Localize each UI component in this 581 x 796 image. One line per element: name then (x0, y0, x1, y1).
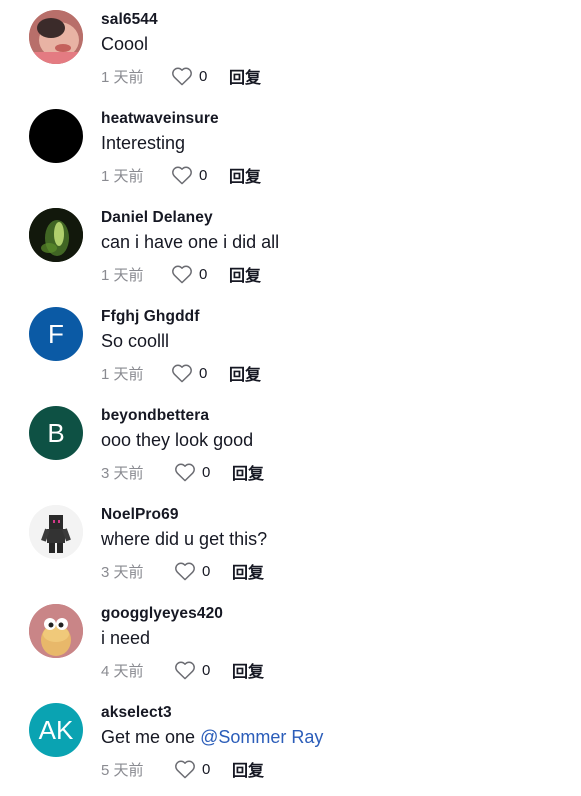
comment-item: NoelPro69 where did u get this? 3 天前 0 回… (0, 495, 581, 594)
comment-username[interactable]: heatwaveinsure (101, 110, 219, 128)
avatar[interactable] (29, 10, 83, 64)
comment-item: F Ffghj Ghgddf So coolll 1 天前 0 回复 (0, 297, 581, 396)
comment-username[interactable]: Ffghj Ghgddf (101, 308, 199, 326)
reply-button[interactable]: 回复 (232, 559, 264, 583)
comment-text: Get me one @Sommer Ray (101, 727, 323, 748)
comment-time: 3 天前 (101, 563, 144, 581)
comment-meta: 1 天前 0 回复 (101, 262, 261, 286)
like-button[interactable]: 0 (171, 165, 229, 185)
heart-icon[interactable] (174, 561, 196, 581)
like-button[interactable]: 0 (174, 660, 232, 680)
comment-time: 4 天前 (101, 662, 144, 680)
reply-button[interactable]: 回复 (229, 361, 261, 385)
comment-time: 1 天前 (101, 68, 144, 86)
reply-button[interactable]: 回复 (229, 262, 261, 286)
comment-item: heatwaveinsure Interesting 1 天前 0 回复 (0, 99, 581, 198)
heart-icon[interactable] (171, 165, 193, 185)
comment-meta: 4 天前 0 回复 (101, 658, 264, 682)
comment-username[interactable]: Daniel Delaney (101, 209, 213, 227)
mention-link[interactable]: @Sommer Ray (200, 727, 323, 747)
avatar[interactable] (29, 109, 83, 163)
comment-list: sal6544 Coool 1 天前 0 回复 heatwaveinsure I… (0, 0, 581, 796)
avatar-initials: AK (38, 715, 74, 745)
comment-text: Interesting (101, 133, 186, 153)
user-photo-icon (29, 10, 83, 64)
reply-button[interactable]: 回复 (232, 757, 264, 781)
like-count: 0 (199, 364, 208, 382)
avatar[interactable] (29, 505, 83, 559)
like-button[interactable]: 0 (171, 363, 229, 383)
comment-username[interactable]: sal6544 (101, 11, 158, 29)
comment-time: 1 天前 (101, 266, 144, 284)
comment-meta: 1 天前 0 回复 (101, 163, 261, 187)
comment-item: Daniel Delaney can i have one i did all … (0, 198, 581, 297)
comment-text: Coool (101, 34, 149, 54)
user-photo-icon (29, 208, 83, 262)
heart-icon[interactable] (174, 759, 196, 779)
like-button[interactable]: 0 (171, 66, 229, 86)
comment-text: can i have one i did all (101, 232, 280, 252)
user-photo-icon (29, 505, 83, 559)
comment-item: B beyondbettera ooo they look good 3 天前 … (0, 396, 581, 495)
comment-meta: 3 天前 0 回复 (101, 559, 264, 583)
like-count: 0 (202, 463, 211, 481)
comment-username[interactable]: beyondbettera (101, 407, 209, 425)
heart-icon[interactable] (171, 66, 193, 86)
like-button[interactable]: 0 (171, 264, 229, 284)
comment-username[interactable]: googglyeyes420 (101, 605, 223, 623)
reply-button[interactable]: 回复 (232, 658, 264, 682)
comment-time: 5 天前 (101, 761, 144, 779)
comment-text: So coolll (101, 331, 170, 351)
reply-button[interactable]: 回复 (229, 163, 261, 187)
like-count: 0 (202, 562, 211, 580)
comment-text-body: Get me one (101, 727, 196, 747)
heart-icon[interactable] (174, 462, 196, 482)
avatar[interactable]: F (29, 307, 83, 361)
comment-meta: 5 天前 0 回复 (101, 757, 264, 781)
comment-item: sal6544 Coool 1 天前 0 回复 (0, 0, 581, 99)
comment-time: 1 天前 (101, 365, 144, 383)
like-button[interactable]: 0 (174, 759, 232, 779)
like-count: 0 (199, 166, 208, 184)
comment-text: i need (101, 628, 151, 648)
like-count: 0 (202, 661, 211, 679)
heart-icon[interactable] (171, 264, 193, 284)
comment-time: 1 天前 (101, 167, 144, 185)
like-count: 0 (199, 265, 208, 283)
comment-username[interactable]: NoelPro69 (101, 506, 179, 524)
comment-meta: 1 天前 0 回复 (101, 361, 261, 385)
avatar[interactable] (29, 604, 83, 658)
avatar[interactable]: AK (29, 703, 83, 757)
comment-time: 3 天前 (101, 464, 144, 482)
like-count: 0 (202, 760, 211, 778)
avatar[interactable] (29, 208, 83, 262)
heart-icon[interactable] (174, 660, 196, 680)
avatar-initials: B (47, 418, 65, 448)
comment-item: googglyeyes420 i need 4 天前 0 回复 (0, 594, 581, 693)
avatar-initials: F (48, 319, 64, 349)
avatar[interactable]: B (29, 406, 83, 460)
like-button[interactable]: 0 (174, 462, 232, 482)
reply-button[interactable]: 回复 (232, 460, 264, 484)
reply-button[interactable]: 回复 (229, 64, 261, 88)
comment-text: ooo they look good (101, 430, 254, 450)
comment-item: AK akselect3 Get me one @Sommer Ray 5 天前… (0, 693, 581, 792)
heart-icon[interactable] (171, 363, 193, 383)
comment-text: where did u get this? (101, 529, 268, 549)
user-photo-icon (29, 604, 83, 658)
comment-meta: 1 天前 0 回复 (101, 64, 261, 88)
like-count: 0 (199, 67, 208, 85)
comment-username[interactable]: akselect3 (101, 704, 172, 722)
like-button[interactable]: 0 (174, 561, 232, 581)
comment-meta: 3 天前 0 回复 (101, 460, 264, 484)
